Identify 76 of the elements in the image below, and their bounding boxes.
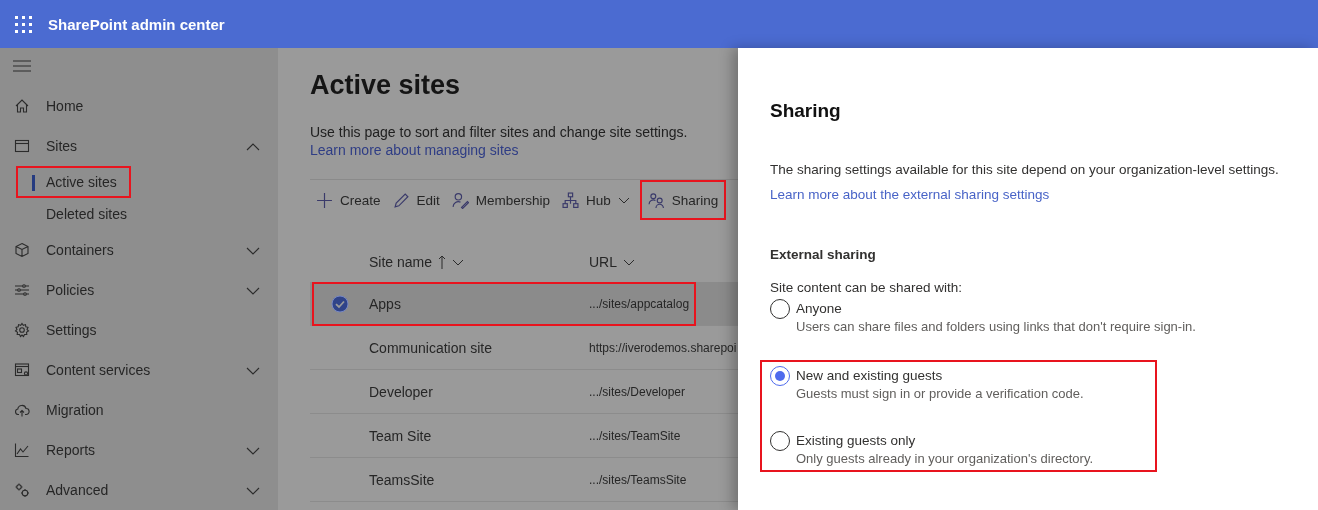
toolbar-button[interactable]: Hub — [556, 183, 636, 217]
chevron-icon[interactable] — [246, 143, 260, 151]
panel-description: The sharing settings available for this site depend on your organization-level settings. — [770, 162, 1280, 177]
chevron-down-icon[interactable] — [617, 196, 630, 204]
radio-button[interactable] — [770, 366, 790, 386]
option-description: Guests must sign in or provide a verification code. — [796, 386, 1084, 401]
site-url: .../sites/TeamsSite — [589, 472, 687, 487]
field-label: Site content can be shared with: — [770, 280, 964, 295]
table-row[interactable]: Developer .../sites/Developer — [310, 370, 738, 414]
chevron-down-icon[interactable] — [452, 258, 465, 266]
cube-icon — [14, 242, 30, 258]
site-url: .../sites/appcatalog — [589, 296, 690, 311]
gears-icon — [14, 482, 30, 498]
nav-item[interactable]: Containers — [0, 230, 278, 270]
option-label: Anyone — [796, 301, 843, 316]
nav-subitem[interactable]: Active sites — [18, 168, 129, 196]
site-url: https://iverodemos.sharepoi — [589, 340, 737, 355]
nav-item[interactable]: Policies — [0, 270, 278, 310]
people-icon — [647, 191, 665, 209]
chevron-icon[interactable] — [246, 447, 260, 455]
site-name: Apps — [369, 295, 402, 312]
plus-icon — [316, 191, 333, 209]
line-chart-icon — [14, 442, 30, 458]
check-circle-icon[interactable] — [330, 294, 349, 313]
nav-item[interactable]: Sites — [0, 126, 278, 166]
pencil-icon — [392, 191, 410, 209]
gear-icon — [14, 322, 30, 338]
site-name: Team Site — [369, 427, 433, 444]
home-icon — [14, 98, 30, 114]
column-header[interactable]: URL — [589, 254, 617, 270]
person-edit-icon — [451, 191, 469, 209]
toolbar-button[interactable]: Edit — [386, 183, 446, 217]
site-url: .../sites/Developer — [589, 384, 686, 399]
window-icon — [14, 138, 30, 154]
site-url: .../sites/TeamSite — [589, 428, 681, 443]
sliders-icon — [14, 282, 30, 298]
table-row[interactable]: Apps .../sites/appcatalog — [310, 282, 738, 326]
nav-item[interactable]: Home — [0, 86, 278, 126]
option-description: Users can share files and folders using links that don't require sign-in. — [796, 319, 1196, 334]
radio-button[interactable] — [770, 431, 790, 451]
site-name: Communication site — [369, 339, 493, 356]
table-row[interactable]: Communication site https://iverodemos.sharepoi — [310, 326, 738, 370]
table-row[interactable]: Team Site .../sites/TeamSite — [310, 414, 738, 458]
chevron-icon[interactable] — [246, 247, 260, 255]
nav-item[interactable]: Advanced — [0, 470, 278, 510]
option-label: New and existing guests — [796, 368, 944, 383]
cloud-upload-icon — [14, 402, 30, 418]
option-description: Only guests already in your organization's directory. — [796, 451, 1094, 466]
help-link[interactable]: Learn more about managing sites — [310, 142, 519, 158]
app-title: SharePoint admin center — [48, 15, 225, 33]
nav-item[interactable]: Reports — [0, 430, 278, 470]
dashboard-icon — [14, 362, 30, 378]
hierarchy-icon — [562, 191, 580, 209]
chevron-icon[interactable] — [246, 367, 260, 375]
radio-button[interactable] — [770, 299, 790, 319]
nav-subitem[interactable]: Deleted sites — [18, 198, 139, 230]
help-link[interactable]: Learn more about the external sharing settings — [770, 187, 1050, 202]
nav-item[interactable]: Migration — [0, 390, 278, 430]
toolbar-button[interactable]: Sharing — [641, 182, 725, 218]
page-description: Use this page to sort and filter sites and change site settings. — [310, 124, 689, 140]
toolbar-button[interactable]: Create — [310, 183, 387, 217]
option-label: Existing guests only — [796, 433, 917, 448]
table-row[interactable]: TeamsSite .../sites/TeamsSite — [310, 458, 738, 502]
section-heading: External sharing — [770, 247, 877, 262]
site-name: Developer — [369, 383, 434, 400]
chevron-down-icon[interactable] — [623, 258, 635, 266]
chevron-icon[interactable] — [246, 487, 260, 495]
toolbar-button[interactable]: Membership — [445, 183, 557, 217]
nav-item[interactable]: Settings — [0, 310, 278, 350]
site-name: TeamsSite — [369, 471, 436, 488]
nav-item[interactable]: Content services — [0, 350, 278, 390]
page-title: Active sites — [310, 70, 462, 102]
chevron-icon[interactable] — [246, 287, 260, 295]
column-header[interactable]: Site name — [369, 254, 433, 270]
panel-title: Sharing — [770, 100, 842, 122]
app-launcher-icon[interactable] — [13, 13, 34, 35]
